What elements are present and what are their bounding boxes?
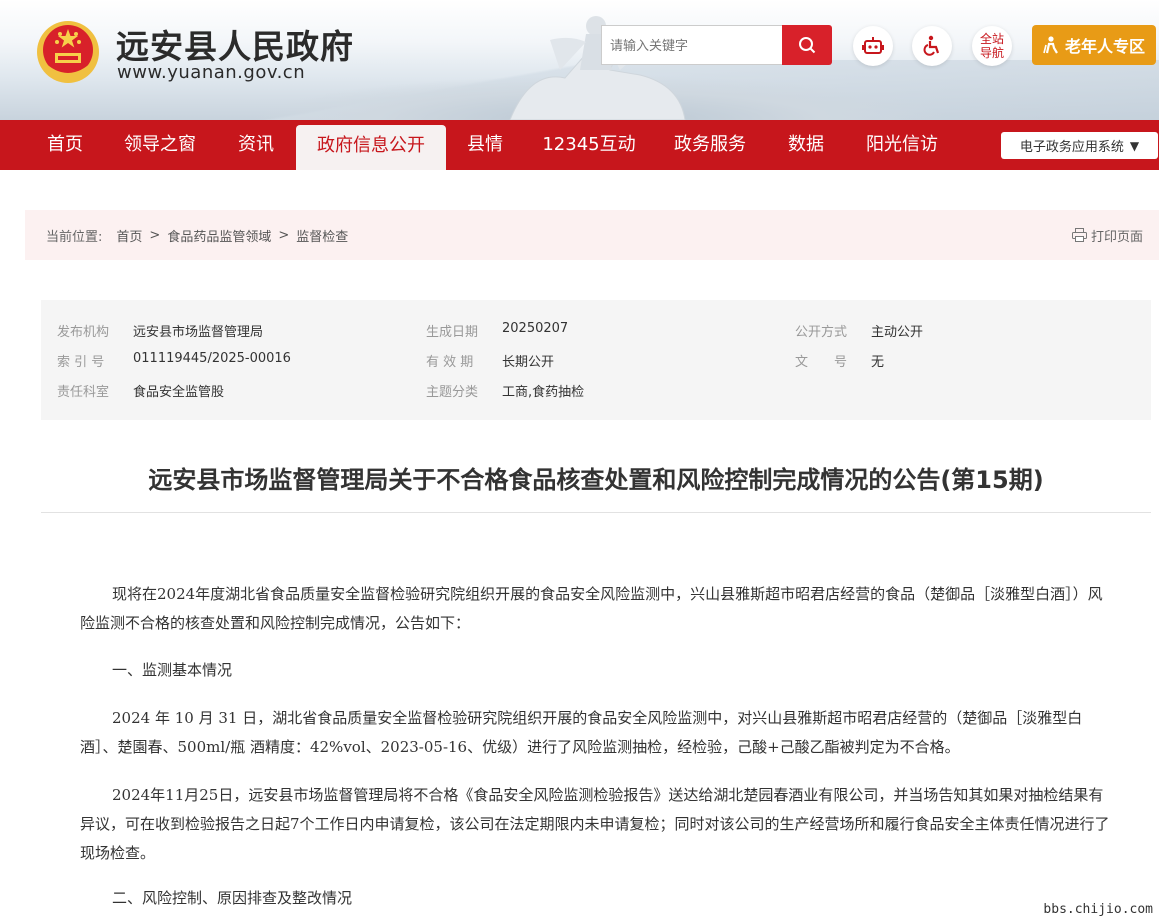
search-button[interactable] [782, 25, 832, 65]
meta-value: 工商,食药抽检 [502, 385, 585, 400]
site-url: www.yuanan.gov.cn [117, 62, 306, 83]
elder-zone-label: 老年人专区 [1064, 37, 1145, 56]
meta-key: 公开方式 [795, 325, 848, 340]
meta-index: 索 引 号 011119445/2025-00016 [57, 351, 291, 371]
meta-key: 责任科室 [57, 385, 110, 400]
meta-value: 长期公开 [502, 355, 555, 370]
document-metadata: 发布机构 远安县市场监督管理局 生成日期 20250207 公开方式 主动公开 … [41, 300, 1151, 420]
article-paragraph: 2024 年 10 月 31 日，湖北省食品质量安全监督检验研究院组织开展的食品… [80, 709, 1083, 756]
sitenav-label-line1: 全站 [979, 32, 1004, 46]
site-header: 远安县人民政府 www.yuanan.gov.cn 全站 导航 [0, 0, 1159, 120]
printer-icon [1071, 228, 1087, 242]
breadcrumb-food-drug[interactable]: 食品药品监管领域 [167, 226, 271, 245]
meta-value: 无 [871, 355, 885, 370]
meta-key: 发布机构 [57, 325, 110, 340]
title-divider [41, 512, 1151, 513]
meta-value: 远安县市场监督管理局 [133, 325, 264, 340]
sitenav-label-line2: 导航 [979, 46, 1004, 60]
nav-item-county[interactable]: 县情 [446, 120, 524, 170]
article-title: 远安县市场监督管理局关于不合格食品核查处置和风险控制完成情况的公告(第15期) [148, 466, 1044, 494]
nav-item-petition[interactable]: 阳光信访 [846, 120, 958, 170]
meta-key: 有 效 期 [426, 355, 474, 370]
meta-doc-number: 文 号 无 [795, 351, 884, 371]
nav-item-services[interactable]: 政务服务 [654, 120, 766, 170]
national-emblem-logo [37, 21, 99, 83]
nav-item-12345[interactable]: 12345互动 [524, 120, 654, 170]
sitenav-button[interactable]: 全站 导航 [972, 26, 1012, 66]
caret-down-icon: ▼ [1129, 138, 1140, 153]
meta-value: 主动公开 [871, 325, 924, 340]
watermark: bbs.chijio.com [1037, 901, 1159, 918]
accessibility-button[interactable] [912, 26, 952, 66]
wheelchair-icon [923, 35, 940, 56]
section-heading: 一、监测基本情况 [112, 661, 233, 679]
robot-icon [862, 37, 884, 54]
breadcrumb-home[interactable]: 首页 [116, 226, 142, 245]
meta-department: 责任科室 食品安全监管股 [57, 381, 224, 401]
nav-item-gov-info[interactable]: 政府信息公开 [296, 125, 446, 170]
search-input[interactable] [601, 25, 782, 65]
eapp-label: 电子政务应用系统 [1019, 140, 1124, 155]
nav-item-data[interactable]: 数据 [766, 120, 846, 170]
meta-value: 011119445/2025-00016 [133, 351, 291, 366]
print-label: 打印页面 [1090, 229, 1143, 245]
article-paragraph: 现将在2024年度湖北省食品质量安全监督检验研究院组织开展的食品安全风险监测中，… [80, 585, 1103, 632]
breadcrumb-sep: > [278, 227, 290, 243]
elder-person-icon [1043, 36, 1058, 54]
meta-key: 文 号 [795, 355, 848, 370]
nav-item-home[interactable]: 首页 [26, 120, 104, 170]
meta-key: 索 引 号 [57, 355, 105, 370]
breadcrumb-prefix: 当前位置: [46, 229, 103, 245]
meta-topic: 主题分类 工商,食药抽检 [426, 381, 584, 401]
meta-value: 20250207 [502, 321, 569, 336]
nav-item-leaders[interactable]: 领导之窗 [104, 120, 216, 170]
section-heading: 二、风险控制、原因排查及整改情况 [112, 889, 353, 907]
meta-publisher: 发布机构 远安县市场监督管理局 [57, 321, 263, 341]
search-bar [601, 25, 832, 65]
meta-validity: 有 效 期 长期公开 [426, 351, 554, 371]
meta-key: 主题分类 [426, 385, 479, 400]
meta-date: 生成日期 20250207 [426, 321, 568, 341]
eapp-dropdown[interactable]: 电子政务应用系统 ▼ [1001, 132, 1158, 159]
site-title: 远安县人民政府 [116, 27, 354, 66]
search-icon [799, 37, 816, 54]
meta-open-mode: 公开方式 主动公开 [795, 321, 923, 341]
nav-item-news[interactable]: 资讯 [216, 120, 296, 170]
elder-zone-button[interactable]: 老年人专区 [1032, 25, 1156, 65]
meta-value: 食品安全监管股 [133, 385, 225, 400]
meta-key: 生成日期 [426, 325, 479, 340]
print-button[interactable]: 打印页面 [1071, 210, 1150, 260]
article-paragraph: 2024年11月25日，远安县市场监督管理局将不合格《食品安全风险监测检验报告》… [80, 786, 1110, 862]
breadcrumb-sep: > [149, 227, 161, 243]
breadcrumb-inspection[interactable]: 监督检查 [296, 226, 348, 245]
breadcrumb: 当前位置: 首页 > 食品药品监管领域 > 监督检查 打印页面 [25, 210, 1159, 260]
robot-assistant-button[interactable] [853, 26, 893, 66]
main-nav: 首页 领导之窗 资讯 政府信息公开 县情 12345互动 政务服务 数据 阳光信… [0, 120, 1159, 170]
